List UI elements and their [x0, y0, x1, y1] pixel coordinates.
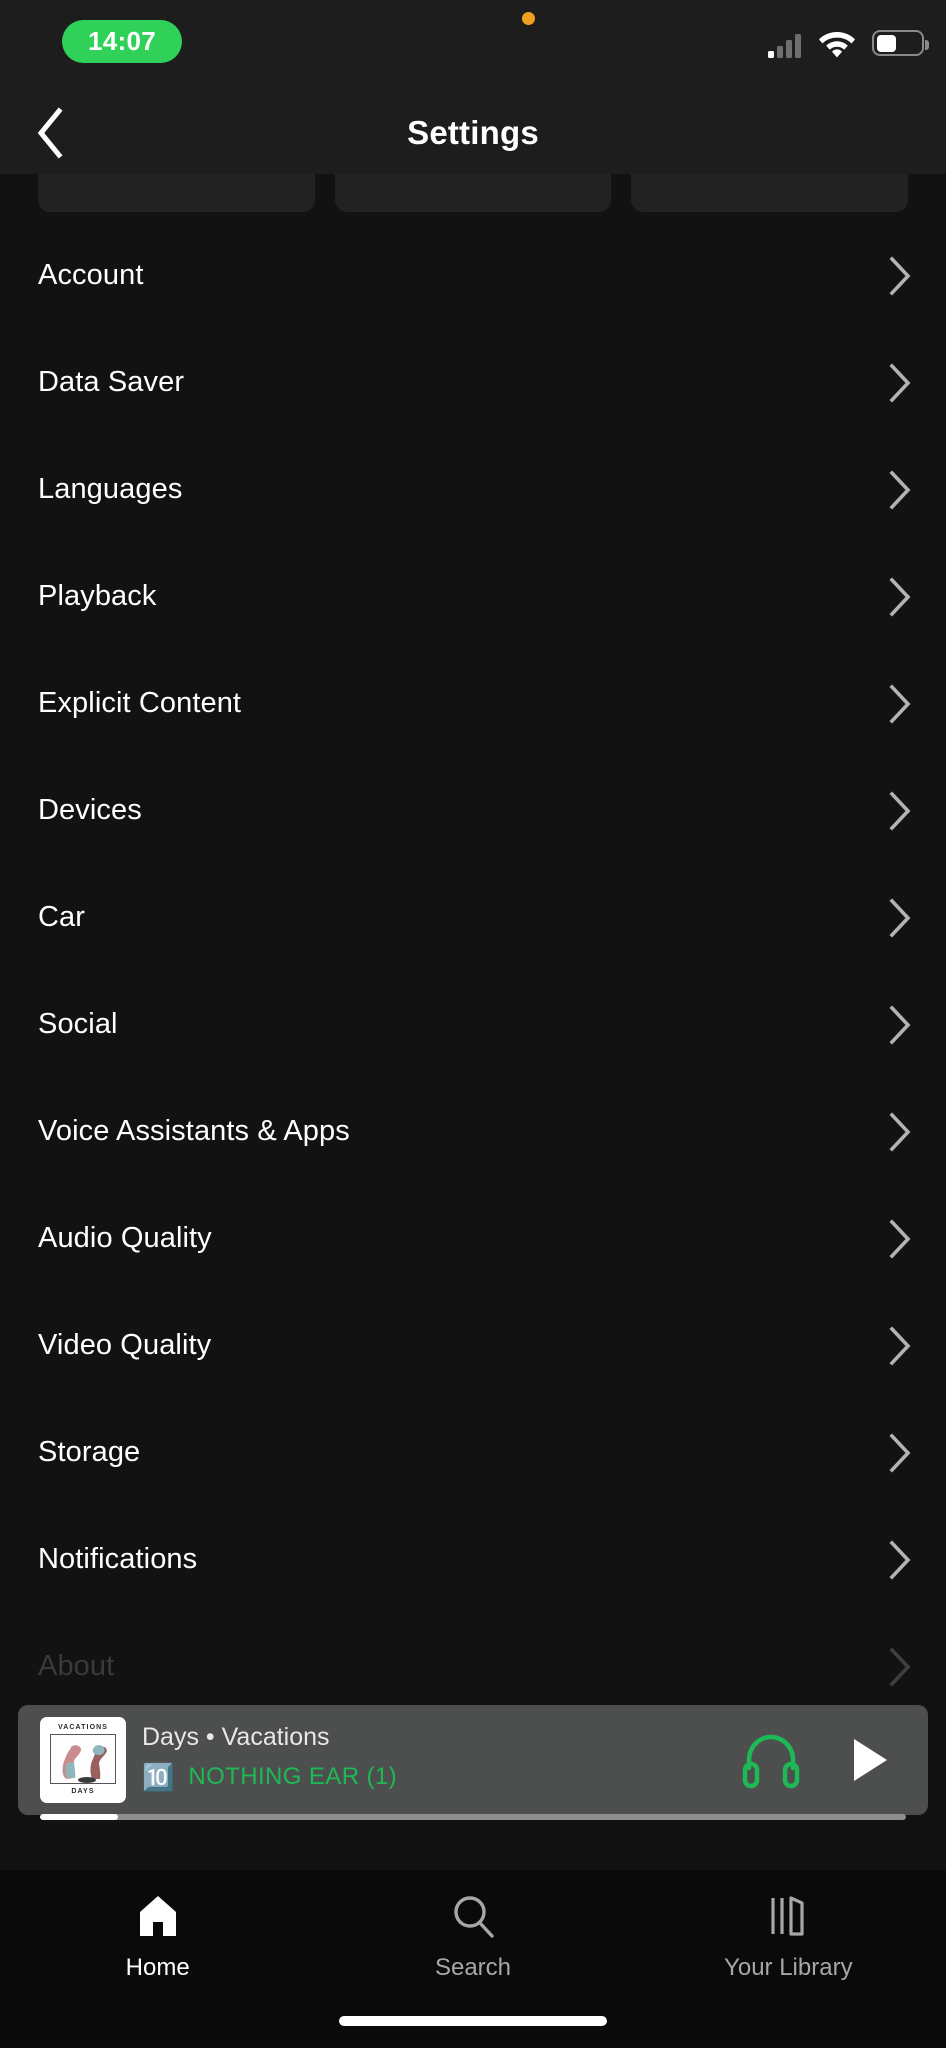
chevron-right-icon [889, 1325, 911, 1366]
wifi-icon [819, 32, 855, 58]
chevron-right-icon [889, 362, 911, 403]
chevron-right-icon [889, 1432, 911, 1473]
play-icon [854, 1739, 887, 1781]
playback-progress-bar[interactable] [40, 1814, 906, 1820]
settings-row-label: Notifications [38, 1543, 198, 1575]
settings-row-storage[interactable]: Storage [0, 1399, 946, 1506]
status-bar-time: 14:07 [88, 26, 156, 56]
settings-row-label: Devices [38, 794, 142, 826]
settings-row-devices[interactable]: Devices [0, 757, 946, 864]
device-name-label: NOTHING EAR (1) [188, 1763, 398, 1790]
recording-time-pill: 14:07 [62, 20, 182, 63]
now-playing-title: Days • Vacations [142, 1723, 330, 1751]
settings-row-social[interactable]: Social [0, 971, 946, 1078]
chevron-right-icon [889, 1218, 911, 1259]
chevron-right-icon [889, 469, 911, 510]
now-playing-bar[interactable]: VACATIONS DAYS Days • Vacations 🔟 NOTHIN… [18, 1705, 928, 1820]
status-chips-row: Online Private Data Saver [0, 172, 946, 214]
tab-label: Home [125, 1954, 190, 1981]
playback-progress-fill [40, 1814, 118, 1820]
cellular-signal-icon [768, 32, 806, 58]
tab-home[interactable]: Home [0, 1892, 315, 2048]
chevron-right-icon [889, 683, 911, 724]
tab-label: Your Library [724, 1954, 853, 1981]
headphones-icon[interactable] [742, 1731, 800, 1789]
settings-row-data-saver[interactable]: Data Saver [0, 329, 946, 436]
settings-row-label: Storage [38, 1436, 141, 1468]
chip-private[interactable]: Private [334, 172, 612, 212]
settings-row-label: Video Quality [38, 1329, 212, 1361]
settings-row-label: Data Saver [38, 366, 185, 398]
bluetooth-icon: 🔟 [142, 1762, 175, 1792]
settings-row-label: Audio Quality [38, 1222, 212, 1254]
tab-label: Search [434, 1954, 512, 1981]
settings-row-playback[interactable]: Playback [0, 543, 946, 650]
settings-row-account[interactable]: Account [0, 222, 946, 329]
settings-row-label: Account [38, 259, 144, 291]
tab-your-library[interactable]: Your Library [631, 1892, 946, 2048]
chip-online[interactable]: Online [38, 172, 315, 212]
chevron-right-icon [889, 1539, 911, 1580]
now-playing-device[interactable]: 🔟 NOTHING EAR (1) [142, 1763, 397, 1791]
settings-row-label: Car [38, 901, 86, 933]
page-title: Settings [407, 114, 539, 151]
microphone-indicator-icon [522, 12, 535, 25]
album-art-bottom-text: DAYS [71, 1788, 95, 1795]
home-indicator [339, 2016, 607, 2026]
settings-row-label: Explicit Content [38, 687, 242, 719]
settings-row-label: Social [38, 1008, 118, 1040]
settings-row-notifications[interactable]: Notifications [0, 1506, 946, 1613]
chip-data-saver[interactable]: Data Saver [631, 172, 909, 212]
battery-icon [872, 30, 929, 56]
status-bar: 14:07 [0, 0, 946, 92]
settings-row-languages[interactable]: Languages [0, 436, 946, 543]
spotify-settings-screen: 14:07 Settings Online Private [0, 0, 946, 2048]
settings-row-audio-quality[interactable]: Audio Quality [0, 1185, 946, 1292]
play-button[interactable] [844, 1731, 896, 1789]
home-icon [139, 1896, 176, 1936]
album-art-top-text: VACATIONS [57, 1724, 109, 1731]
nav-header: Settings [0, 92, 946, 174]
settings-row-label: About [38, 1650, 115, 1682]
settings-row-about[interactable]: About [0, 1613, 946, 1720]
settings-list: Account Data Saver Languages Playback Ex… [0, 222, 946, 1720]
settings-row-video-quality[interactable]: Video Quality [0, 1292, 946, 1399]
settings-row-label: Playback [38, 580, 157, 612]
settings-row-explicit-content[interactable]: Explicit Content [0, 650, 946, 757]
search-icon [454, 1896, 494, 1938]
chevron-right-icon [889, 897, 911, 938]
chevron-right-icon [889, 1646, 911, 1687]
chevron-right-icon [889, 790, 911, 831]
chevron-right-icon [889, 1111, 911, 1152]
settings-row-label: Voice Assistants & Apps [38, 1115, 350, 1147]
settings-row-voice-assistants-apps[interactable]: Voice Assistants & Apps [0, 1078, 946, 1185]
chevron-right-icon [889, 255, 911, 296]
settings-row-car[interactable]: Car [0, 864, 946, 971]
album-art-illustration [50, 1734, 116, 1784]
album-art[interactable]: VACATIONS DAYS [40, 1717, 126, 1803]
chevron-right-icon [889, 1004, 911, 1045]
chevron-right-icon [889, 576, 911, 617]
settings-row-label: Languages [38, 473, 183, 505]
library-icon [771, 1896, 804, 1936]
